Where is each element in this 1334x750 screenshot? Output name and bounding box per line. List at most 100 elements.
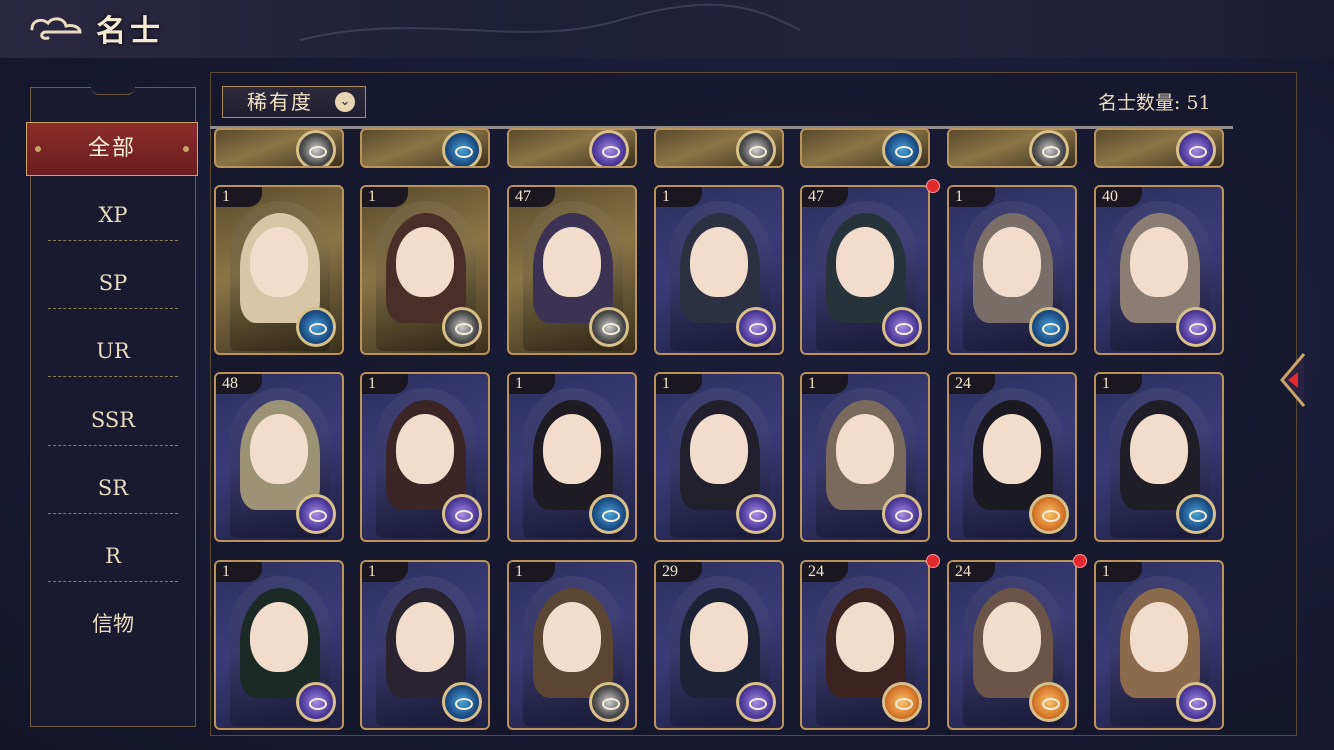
hero-card[interactable]: 48 xyxy=(214,372,344,542)
hero-card[interactable] xyxy=(507,128,637,168)
hero-card[interactable]: 47 xyxy=(800,185,930,355)
hero-face xyxy=(983,602,1041,672)
hero-face xyxy=(690,602,748,672)
element-badge-icon xyxy=(1176,494,1216,534)
hero-face xyxy=(250,227,308,297)
level-label: 40 xyxy=(1096,187,1142,207)
element-badge-icon xyxy=(589,682,629,722)
hero-card[interactable]: 29 xyxy=(654,560,784,730)
category-all-label: 全部 xyxy=(87,136,136,161)
back-button[interactable] xyxy=(28,12,84,46)
element-badge-icon xyxy=(589,130,629,166)
sort-label: 稀有度 xyxy=(247,90,313,114)
category-tab[interactable]: SSR xyxy=(48,395,178,446)
sidebar-notch xyxy=(91,86,135,95)
hero-face xyxy=(1130,414,1188,484)
hero-face xyxy=(543,227,601,297)
hero-face xyxy=(543,602,601,672)
element-badge-icon xyxy=(882,494,922,534)
hero-card[interactable]: 24 xyxy=(947,560,1077,730)
element-badge-icon xyxy=(882,682,922,722)
category-tab[interactable]: 信物 xyxy=(48,599,178,649)
hero-face xyxy=(690,414,748,484)
hero-card[interactable]: 24 xyxy=(800,560,930,730)
element-badge-icon xyxy=(1176,682,1216,722)
hero-face xyxy=(543,414,601,484)
element-badge-icon xyxy=(1029,682,1069,722)
element-badge-icon xyxy=(1029,130,1069,166)
hero-face xyxy=(396,227,454,297)
hero-face xyxy=(836,602,894,672)
element-badge-icon xyxy=(296,307,336,347)
hero-card[interactable]: 1 xyxy=(360,372,490,542)
element-badge-icon xyxy=(589,494,629,534)
hero-card[interactable]: 1 xyxy=(800,372,930,542)
hero-card[interactable]: 1 xyxy=(360,560,490,730)
hero-card[interactable] xyxy=(654,128,784,168)
triangle-left-icon xyxy=(1280,353,1306,407)
level-label: 24 xyxy=(949,562,995,582)
hero-card[interactable] xyxy=(947,128,1077,168)
hero-card[interactable]: 1 xyxy=(214,560,344,730)
hero-face xyxy=(983,414,1041,484)
element-badge-icon xyxy=(1176,307,1216,347)
hero-card[interactable]: 40 xyxy=(1094,185,1224,355)
level-label: 24 xyxy=(802,562,848,582)
category-tab[interactable]: XP xyxy=(48,190,178,241)
hero-card[interactable]: 24 xyxy=(947,372,1077,542)
notification-dot xyxy=(1073,554,1087,568)
level-label: 29 xyxy=(656,562,702,582)
hero-face xyxy=(836,414,894,484)
hero-card[interactable]: 1 xyxy=(507,372,637,542)
element-badge-icon xyxy=(442,494,482,534)
element-badge-icon xyxy=(736,307,776,347)
hero-face xyxy=(983,227,1041,297)
element-badge-icon xyxy=(589,307,629,347)
category-tab[interactable]: UR xyxy=(48,326,178,377)
level-label: 1 xyxy=(656,374,702,394)
level-label: 1 xyxy=(1096,374,1142,394)
element-badge-icon xyxy=(296,130,336,166)
level-label: 1 xyxy=(1096,562,1142,582)
hero-card[interactable] xyxy=(214,128,344,168)
element-badge-icon xyxy=(442,130,482,166)
hero-card[interactable]: 47 xyxy=(507,185,637,355)
category-all-tab[interactable]: 全部 xyxy=(26,122,198,176)
category-tab[interactable]: SR xyxy=(48,463,178,514)
hero-face xyxy=(1130,227,1188,297)
level-label: 1 xyxy=(509,562,555,582)
category-tab[interactable]: SP xyxy=(48,258,178,309)
notification-dot xyxy=(926,554,940,568)
hero-card[interactable]: 1 xyxy=(507,560,637,730)
hero-card[interactable] xyxy=(1094,128,1224,168)
level-label: 1 xyxy=(362,187,408,207)
hero-face xyxy=(1130,602,1188,672)
hero-card[interactable]: 1 xyxy=(654,185,784,355)
element-badge-icon xyxy=(1029,494,1069,534)
level-label: 1 xyxy=(216,187,262,207)
level-label: 1 xyxy=(362,562,408,582)
hero-card[interactable]: 1 xyxy=(947,185,1077,355)
hero-card[interactable] xyxy=(360,128,490,168)
element-badge-icon xyxy=(736,130,776,166)
hero-face xyxy=(690,227,748,297)
level-label: 1 xyxy=(509,374,555,394)
cloud-decoration xyxy=(300,3,800,41)
hero-card[interactable]: 1 xyxy=(360,185,490,355)
hero-card[interactable]: 1 xyxy=(214,185,344,355)
hero-card[interactable]: 1 xyxy=(1094,372,1224,542)
hero-card[interactable]: 1 xyxy=(654,372,784,542)
hero-face xyxy=(250,414,308,484)
element-badge-icon xyxy=(1029,307,1069,347)
category-tab[interactable]: R xyxy=(48,531,178,582)
level-label: 47 xyxy=(509,187,555,207)
element-badge-icon xyxy=(736,494,776,534)
element-badge-icon xyxy=(882,130,922,166)
element-badge-icon xyxy=(736,682,776,722)
level-label: 1 xyxy=(802,374,848,394)
hero-card[interactable]: 1 xyxy=(1094,560,1224,730)
hero-face xyxy=(836,227,894,297)
collapse-arrow-button[interactable] xyxy=(1276,350,1306,410)
sort-dropdown[interactable]: 稀有度 ⌄ xyxy=(222,86,366,118)
hero-card[interactable] xyxy=(800,128,930,168)
